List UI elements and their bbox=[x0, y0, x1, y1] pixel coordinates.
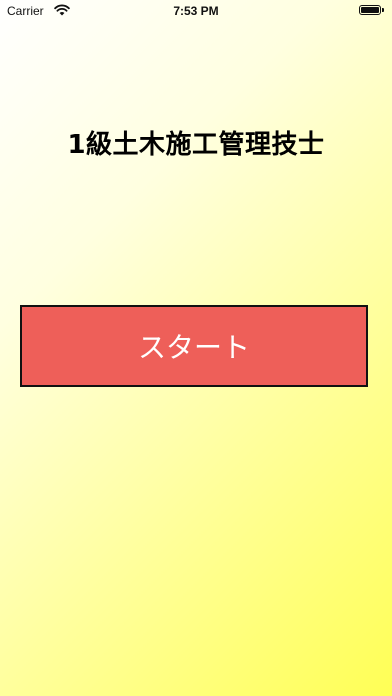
status-bar: Carrier 7:53 PM bbox=[0, 0, 392, 22]
start-button[interactable]: スタート bbox=[20, 305, 368, 387]
battery-icon bbox=[359, 5, 381, 15]
status-time: 7:53 PM bbox=[173, 4, 219, 18]
page-title: 1級土木施工管理技士 bbox=[67, 130, 325, 160]
battery-cap bbox=[382, 8, 384, 12]
